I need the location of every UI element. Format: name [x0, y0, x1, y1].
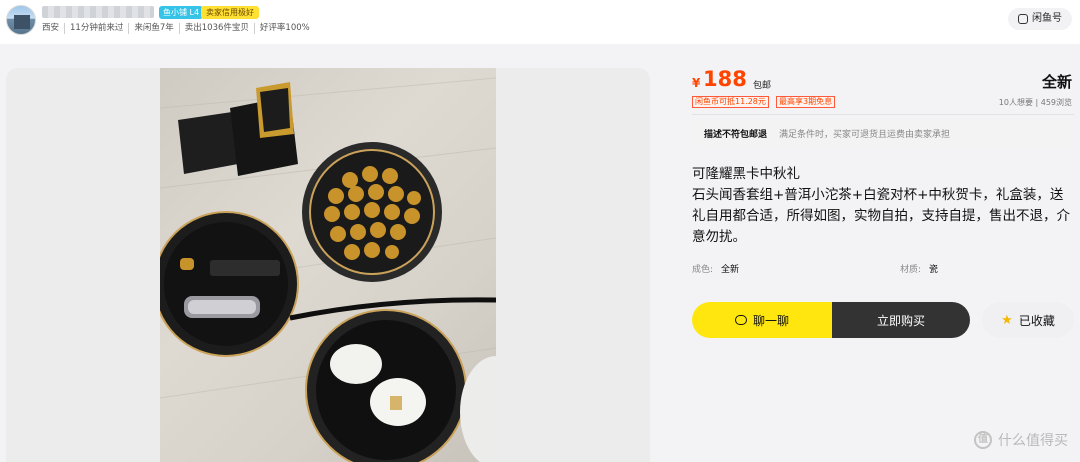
image-gallery: [6, 68, 650, 462]
shipping-label: 包邮: [753, 81, 772, 91]
product-photo[interactable]: [160, 68, 496, 462]
attribute-condition: 成色: 全新: [692, 262, 739, 275]
price-value: 188: [703, 67, 747, 91]
favorite-button[interactable]: ★ 已收藏: [982, 302, 1074, 338]
chat-icon: [734, 315, 747, 325]
seller-credit-badge: 卖家信用极好: [201, 6, 259, 19]
seller-bar: 鱼小铺 L4 卖家信用极好 西安 11分钟前来过 来闲鱼7年 卖出1036件宝贝…: [0, 0, 1080, 44]
divider: [692, 114, 1074, 115]
coin-discount-tag[interactable]: 闲鱼币可抵11.28元: [692, 96, 769, 108]
xianyu-account-button[interactable]: 闲鱼号: [1008, 8, 1072, 30]
seller-stats: 西安 11分钟前来过 来闲鱼7年 卖出1036件宝贝 好评率100%: [42, 23, 315, 34]
product-description: 可隆耀黑卡中秋礼 石头闻香套组+普洱小沱茶+白瓷对杯+中秋贺卡，礼盒装，送礼自用…: [692, 166, 1070, 245]
attribute-key: 材质:: [900, 265, 922, 275]
buy-now-button[interactable]: 立即购买: [832, 302, 970, 338]
attribute-value: 瓷: [929, 265, 939, 275]
seller-avatar[interactable]: [6, 5, 36, 35]
price-currency: ¥: [692, 76, 701, 90]
product-photo-illustration: [160, 77, 496, 462]
seller-tenure: 来闲鱼7年: [128, 23, 178, 34]
installment-tag[interactable]: 最高享3期免息: [776, 96, 836, 108]
attribute-material: 材质: 瓷: [900, 262, 938, 275]
chat-label: 聊一聊: [752, 313, 789, 328]
watermark-text: 什么值得买: [998, 433, 1068, 449]
star-icon: ★: [1001, 312, 1013, 328]
xianyu-account-label: 闲鱼号: [1032, 13, 1062, 24]
seller-last-active: 11分钟前来过: [64, 23, 128, 34]
seller-sold-count: 卖出1036件宝贝: [178, 23, 254, 34]
seller-name-redacted[interactable]: [42, 6, 154, 18]
attribute-key: 成色:: [692, 265, 714, 275]
favorite-label: 已收藏: [1018, 313, 1055, 328]
return-policy[interactable]: 描述不符包邮退 满足条件时，买家可退货且运费由卖家承担: [692, 118, 1074, 148]
buy-now-label: 立即购买: [876, 313, 925, 328]
return-policy-title: 描述不符包邮退: [704, 129, 768, 140]
xianyu-account-icon: [1018, 14, 1028, 24]
seller-rating: 好评率100%: [253, 23, 315, 34]
seller-level-badge: 鱼小铺 L4: [159, 6, 204, 19]
return-policy-desc: 满足条件时，买家可退货且运费由卖家承担: [779, 129, 951, 140]
seller-location: 西安: [42, 23, 60, 33]
chat-button[interactable]: 聊一聊: [692, 302, 832, 338]
attribute-value: 全新: [721, 265, 740, 275]
condition-label: 全新: [1041, 73, 1072, 91]
want-view-stats: 10人想要 | 459浏览: [998, 98, 1072, 107]
watermark: 值 什么值得买: [974, 430, 1068, 450]
watermark-logo-icon: 值: [974, 431, 992, 449]
